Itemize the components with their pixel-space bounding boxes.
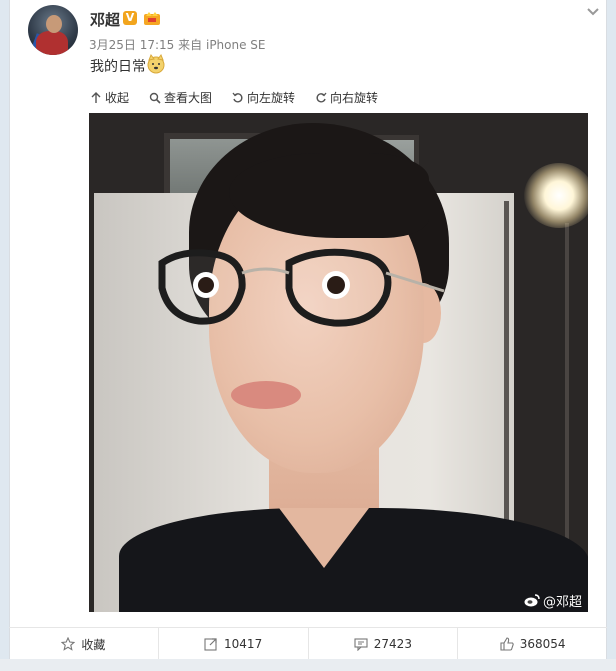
rotate-right-icon (316, 92, 327, 103)
view-large-label: 查看大图 (164, 91, 213, 105)
rotate-left-button[interactable]: 向左旋转 (232, 89, 295, 106)
rotate-right-label: 向右旋转 (330, 91, 379, 105)
repost-button[interactable]: 10417 (159, 628, 309, 660)
post-from-label: 来自 (178, 38, 203, 52)
post-device[interactable]: iPhone SE (206, 38, 266, 52)
username[interactable]: 邓超 (90, 9, 120, 30)
post-date[interactable]: 3月25日 17:15 (89, 38, 174, 52)
collapse-button[interactable]: 收起 (90, 89, 129, 106)
repost-count: 10417 (224, 637, 263, 651)
chevron-down-icon[interactable] (586, 4, 600, 18)
like-count: 368054 (519, 637, 566, 651)
post-photo[interactable] (89, 113, 588, 612)
rotate-left-icon (232, 92, 243, 103)
comment-count: 27423 (373, 637, 412, 651)
post-meta: 3月25日 17:15 来自 iPhone SE (89, 36, 266, 53)
photo-watermark: @邓超 (524, 591, 582, 610)
rotate-right-button[interactable]: 向右旋转 (315, 89, 378, 106)
arrow-up-icon (91, 91, 101, 103)
vip-crown-icon (144, 12, 160, 25)
rotate-left-label: 向左旋转 (247, 91, 296, 105)
post-text: 我的日常 (90, 59, 146, 75)
comment-button[interactable]: 27423 (309, 628, 459, 660)
comment-icon (354, 638, 368, 651)
star-icon (61, 637, 76, 651)
bottom-strip (0, 659, 616, 671)
doge-emoji-icon (147, 54, 165, 74)
favorite-button[interactable]: 收藏 (9, 628, 159, 660)
magnifier-icon (149, 92, 161, 104)
repost-icon (204, 638, 217, 651)
collapse-label: 收起 (105, 91, 130, 105)
image-toolbar: 收起 查看大图 向左旋转 向右旋转 (90, 89, 378, 106)
view-large-button[interactable]: 查看大图 (149, 89, 212, 106)
watermark-handle: @邓超 (543, 595, 583, 610)
thumbs-up-icon (500, 637, 514, 651)
user-avatar[interactable] (28, 5, 78, 55)
post-action-bar: 收藏 10417 27423 368054 (9, 627, 607, 660)
verified-badge-icon: V (123, 11, 137, 25)
like-button[interactable]: 368054 (458, 628, 607, 660)
favorite-label: 收藏 (81, 637, 106, 652)
weibo-logo-icon (524, 594, 540, 607)
